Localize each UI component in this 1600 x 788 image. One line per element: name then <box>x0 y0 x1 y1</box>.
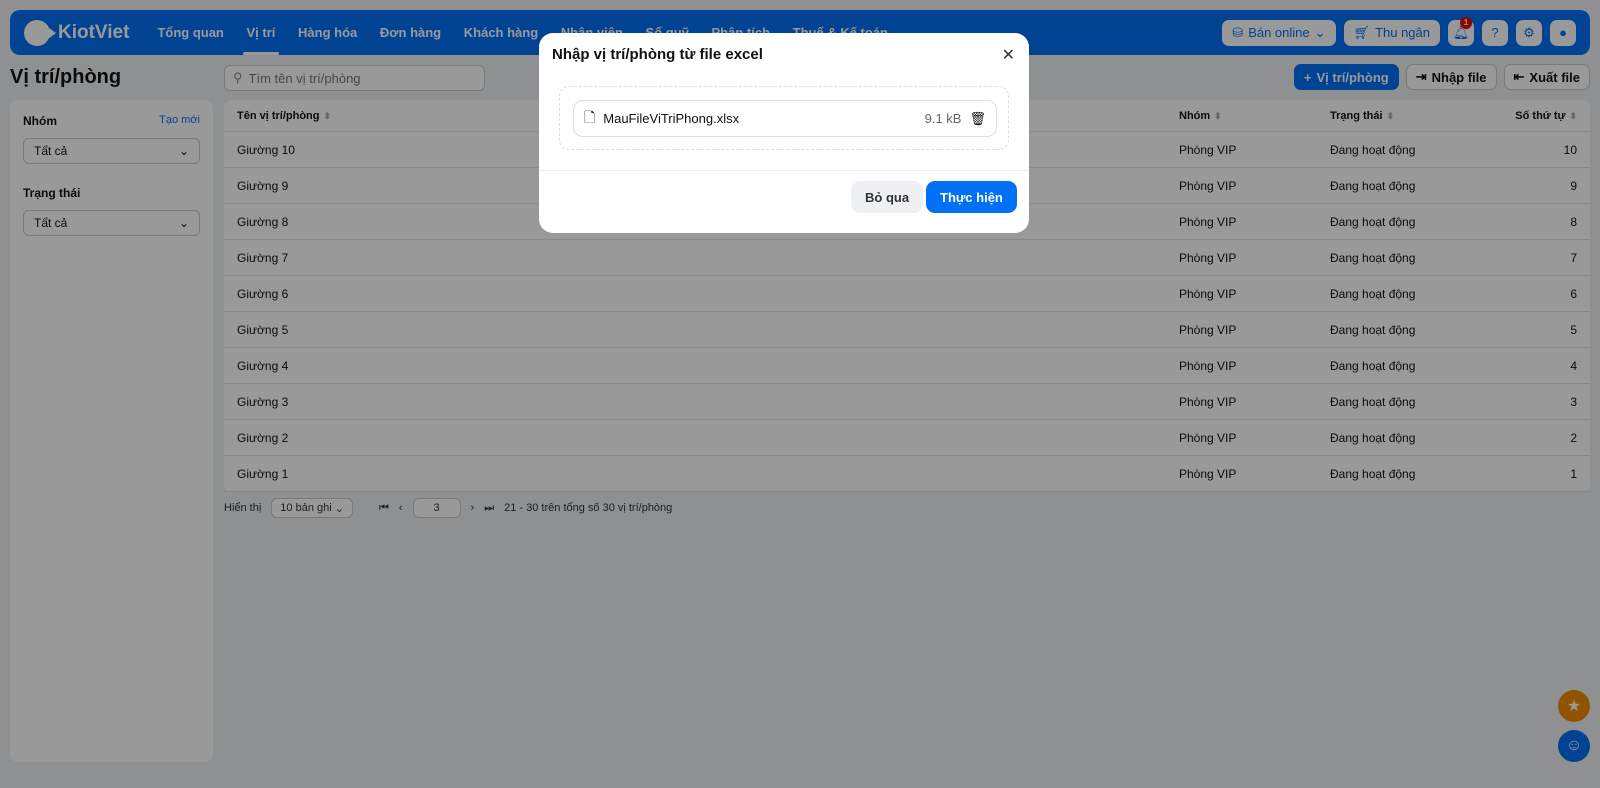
file-drop-zone[interactable]: 🗋 MauFileViTriPhong.xlsx 9.1 kB 🗑︎ <box>559 86 1009 150</box>
submit-button[interactable]: Thực hiện <box>926 181 1017 213</box>
file-name: MauFileViTriPhong.xlsx <box>603 111 740 126</box>
cancel-button[interactable]: Bỏ qua <box>851 181 924 213</box>
import-dialog: Nhập vị trí/phòng từ file excel ✕ 🗋 MauF… <box>539 33 1029 233</box>
xls-file-icon: 🗋 <box>584 108 596 125</box>
file-size: 9.1 kB <box>924 111 962 126</box>
uploaded-file: 🗋 MauFileViTriPhong.xlsx 9.1 kB 🗑︎ <box>573 100 997 137</box>
dialog-title: Nhập vị trí/phòng từ file excel <box>552 46 763 63</box>
close-icon[interactable]: ✕ <box>1002 45 1015 65</box>
divider <box>539 170 1029 171</box>
trash-icon[interactable]: 🗑︎ <box>969 111 986 127</box>
